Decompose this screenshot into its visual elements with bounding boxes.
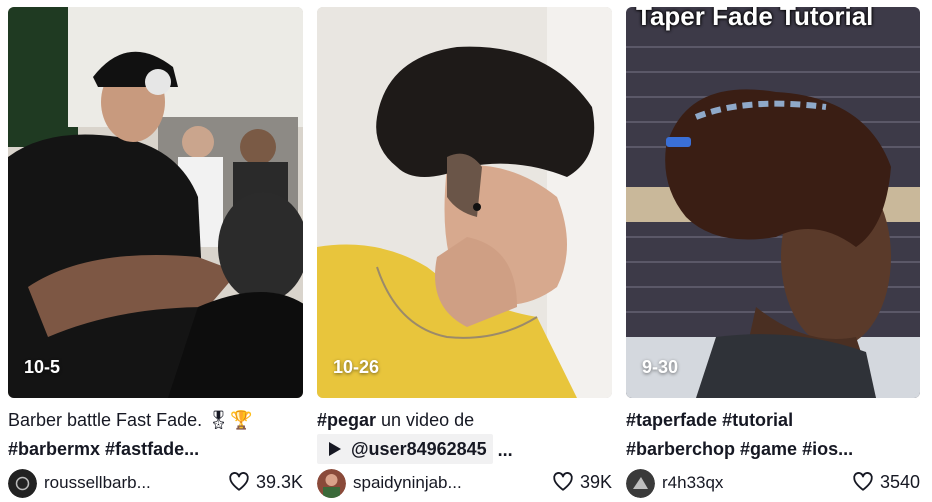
video-overlay-title: Taper Fade Tutorial: [636, 7, 874, 31]
caption-emojis: 🎖🏆: [207, 410, 253, 430]
avatar[interactable]: [626, 469, 655, 498]
thumbnail-image: [8, 7, 303, 398]
caption-hashtags[interactable]: #barberchop #game #ios...: [626, 438, 853, 460]
thumbnail-image: [317, 7, 612, 398]
mention-suffix: ...: [492, 440, 513, 460]
caption-text: un video de: [376, 410, 475, 430]
heart-outline-icon[interactable]: [552, 471, 574, 493]
caption-text: Barber battle Fast Fade.: [8, 410, 203, 430]
video-date: 10-5: [24, 357, 61, 377]
play-icon: [329, 442, 341, 456]
mention-chip[interactable]: @user84962845: [317, 434, 493, 464]
video-card[interactable]: 10-5 Barber battle Fast Fade. 🎖🏆 #barber…: [8, 0, 303, 502]
heart-outline-icon[interactable]: [852, 471, 874, 493]
like-count-value: 39K: [579, 471, 612, 492]
like-count: 39K: [552, 471, 612, 493]
video-caption[interactable]: Barber battle Fast Fade. 🎖🏆: [8, 409, 252, 431]
mention-link[interactable]: @user84962845: [351, 438, 487, 460]
hashtag-link[interactable]: #pegar: [317, 410, 376, 430]
heart-outline-icon[interactable]: [228, 471, 250, 493]
like-count-value: 39.3K: [255, 471, 303, 492]
username[interactable]: r4h33qx: [662, 473, 723, 493]
video-date: 9-30: [642, 357, 679, 377]
like-count: 39.3K: [228, 471, 303, 493]
video-card[interactable]: 10-26 #pegar un video de @user84962845 .…: [317, 0, 612, 502]
avatar[interactable]: [8, 469, 37, 498]
video-date: 10-26: [333, 357, 380, 377]
hashtag-link[interactable]: #taperfade: [626, 410, 717, 430]
video-thumbnail[interactable]: 10-26: [317, 7, 612, 398]
video-caption[interactable]: #taperfade #tutorial: [626, 409, 793, 431]
caption-hashtags[interactable]: #barbermx #fastfade...: [8, 438, 199, 460]
username[interactable]: roussellbarb...: [44, 473, 151, 493]
avatar[interactable]: [317, 469, 346, 498]
like-count-value: 3540: [879, 471, 920, 492]
like-count: 3540: [852, 471, 920, 493]
video-meta: r4h33qx 3540: [626, 469, 920, 499]
username[interactable]: spaidyninjab...: [353, 473, 462, 493]
video-thumbnail[interactable]: 9-30 Taper Fade Tutorial: [626, 7, 920, 398]
video-meta: roussellbarb... 39.3K: [8, 469, 303, 499]
caption-mention-line: @user84962845 ...: [317, 434, 513, 464]
video-meta: spaidyninjab... 39K: [317, 469, 612, 499]
video-card[interactable]: 9-30 Taper Fade Tutorial #taperfade #tut…: [626, 0, 920, 502]
video-caption[interactable]: #pegar un video de: [317, 409, 474, 431]
thumbnail-image: [626, 7, 920, 398]
hashtag-link[interactable]: #tutorial: [722, 410, 793, 430]
video-thumbnail[interactable]: 10-5: [8, 7, 303, 398]
